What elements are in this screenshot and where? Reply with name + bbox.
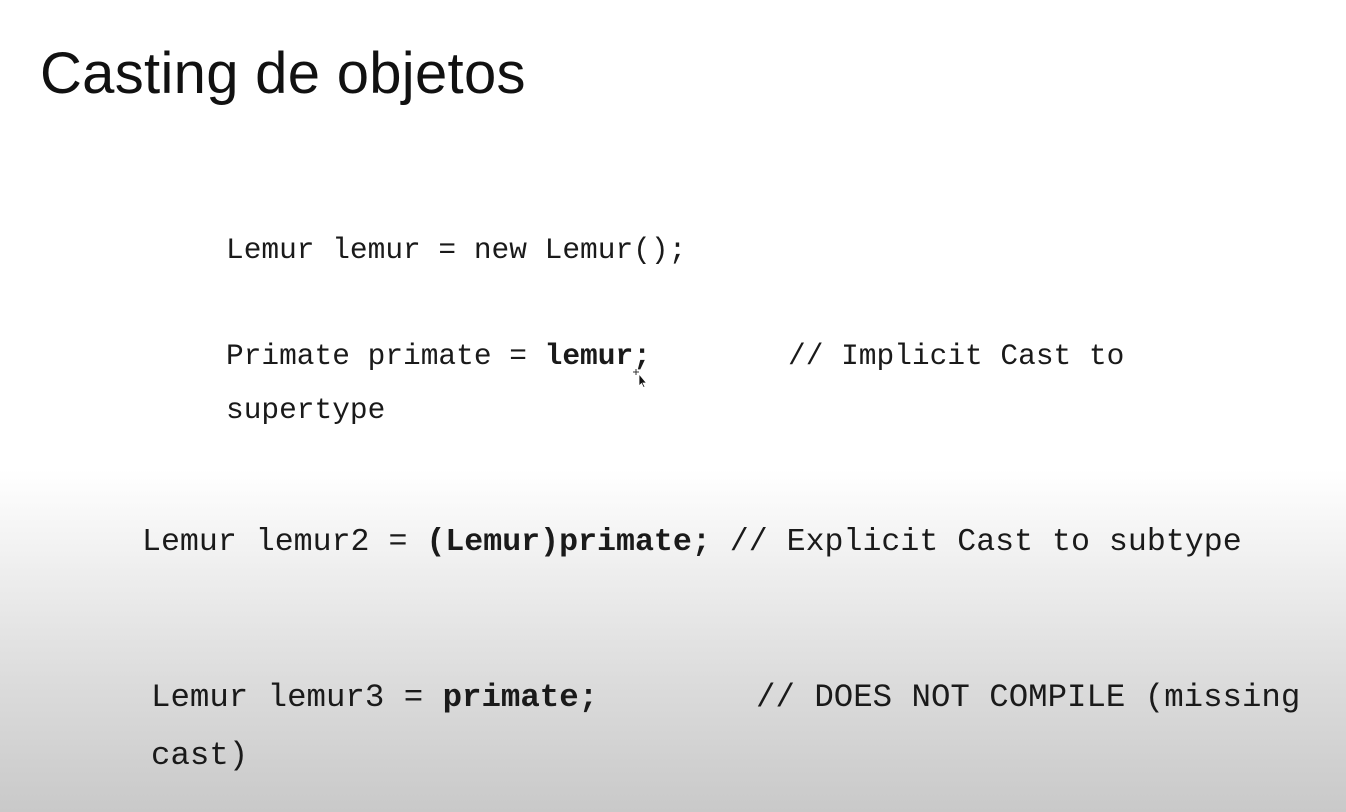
mouse-cursor-icon — [633, 369, 647, 388]
code-line-4: Lemur lemur3 = primate; — [151, 679, 599, 716]
code-bold: (Lemur)primate; — [426, 525, 711, 560]
code-text: Primate primate = — [226, 339, 545, 373]
code-line-1: Lemur lemur = new Lemur(); — [226, 233, 687, 267]
code-bold: primate; — [442, 679, 599, 716]
comment: // Explicit Cast to subtype — [729, 525, 1242, 560]
code-line-2: Primate primate = lemur; — [226, 339, 651, 373]
code-text: Lemur lemur3 = — [151, 679, 443, 716]
code-line-3: Lemur lemur2 = (Lemur)primate; // Explic… — [142, 527, 1242, 559]
code-text: Lemur lemur2 = — [142, 525, 427, 560]
comment-line-4: // DOES NOT COMPILE (missing — [756, 679, 1301, 716]
slide-title: Casting de objetos — [40, 41, 526, 106]
comment-continuation-2: supertype — [226, 393, 386, 427]
comment-line-2: // Implicit Cast to — [788, 339, 1125, 373]
comment-continuation-4: cast) — [151, 737, 249, 774]
